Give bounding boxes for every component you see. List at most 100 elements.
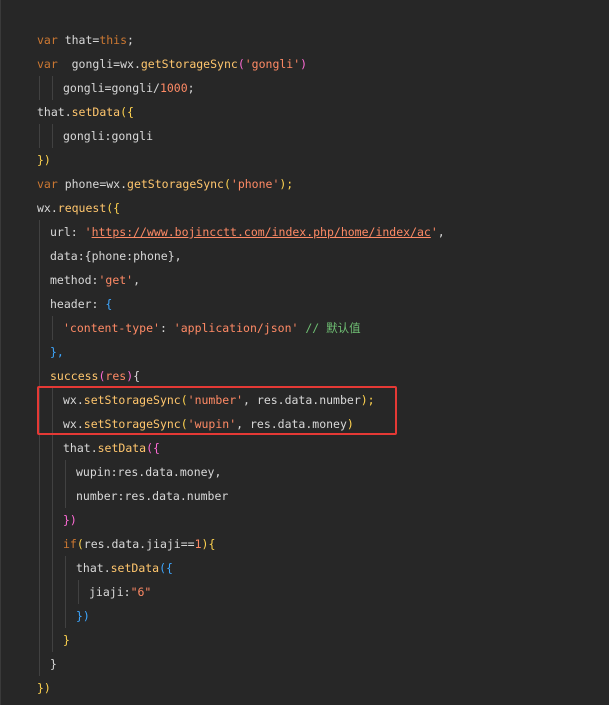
code-token: getStorageSync: [140, 57, 238, 71]
code-token: 1: [194, 537, 202, 551]
code-line: }: [1, 652, 601, 676]
code-text: that.setData({: [76, 556, 173, 580]
code-token: setData: [110, 561, 160, 575]
code-token: setData: [97, 441, 147, 455]
code-text: if(res.data.jiaji==1){: [63, 532, 215, 556]
code-token: jiaji: [89, 585, 124, 599]
code-text: var gongli=wx.getStorageSync('gongli'): [37, 52, 307, 76]
code-text: gongli=gongli/1000;: [63, 76, 195, 100]
code-text: number:res.data.number: [76, 484, 228, 508]
code-token: (: [180, 393, 188, 407]
code-token: );: [360, 393, 375, 407]
code-token: https://www.bojincctt.com/index.php/home…: [91, 225, 431, 239]
code-text: }): [37, 676, 51, 700]
indent-guide: [52, 460, 53, 484]
code-token: 'content-type': [63, 321, 160, 335]
code-token: }: [63, 633, 70, 647]
code-token: ,: [133, 273, 141, 287]
code-token: 1000: [159, 81, 188, 95]
indent-guide: [52, 388, 53, 412]
indent-guide: [39, 316, 40, 340]
code-text: }): [37, 148, 51, 172]
code-token: gongli:gongli: [63, 129, 154, 143]
indent-guide: [39, 124, 40, 148]
code-token: (: [223, 177, 231, 191]
indent-guide: [52, 604, 53, 628]
code-token: ;: [127, 33, 134, 47]
code-token: request: [57, 201, 107, 215]
code-token: 'get': [98, 273, 134, 287]
code-token: wupin:res.data.money,: [76, 465, 222, 479]
code-line: 'content-type': 'application/json' // 默认…: [1, 316, 601, 340]
code-line: wx.request({: [1, 196, 601, 220]
code-token: gongli=wx.: [57, 57, 141, 71]
code-text: url: 'https://www.bojincctt.com/index.ph…: [50, 220, 445, 244]
code-token: );: [279, 177, 294, 191]
indent-guide: [52, 412, 53, 436]
code-line: },: [1, 340, 601, 364]
code-line: number:res.data.number: [1, 484, 601, 508]
code-token: // 默认值: [298, 321, 361, 335]
code-token: data: [50, 249, 78, 263]
code-token: ,: [437, 225, 445, 239]
code-editor[interactable]: var that=this; var gongli=wx.getStorageSy…: [0, 0, 609, 705]
indent-guide: [52, 556, 53, 580]
code-line: gongli:gongli: [1, 124, 601, 148]
indent-guide: [39, 580, 40, 604]
code-token: 'number': [187, 393, 244, 407]
code-token: var: [37, 177, 58, 191]
code-text: 'content-type': 'application/json' // 默认…: [63, 316, 361, 340]
code-token: ': [430, 225, 438, 239]
code-text: wx.setStorageSync('wupin', res.data.mone…: [63, 412, 354, 436]
code-token: :: [70, 225, 85, 239]
code-token: phone=wx.: [57, 177, 128, 191]
code-token: }): [37, 681, 51, 695]
code-text: }: [50, 652, 57, 676]
code-text: method:'get',: [50, 268, 140, 292]
code-text: data:{phone:phone},: [50, 244, 182, 268]
indent-guide: [39, 292, 40, 316]
code-token: }): [37, 153, 51, 167]
code-text: wx.setStorageSync('number', res.data.num…: [63, 388, 375, 412]
indent-guide: [52, 436, 53, 460]
indent-guide: [65, 484, 66, 508]
code-line: }): [1, 508, 601, 532]
code-token: {: [133, 369, 141, 383]
code-token: },: [167, 249, 182, 263]
code-token: , res.data.money: [236, 417, 347, 431]
code-token: number:res.data.number: [76, 489, 229, 503]
code-token: (: [237, 57, 245, 71]
indent-guide: [39, 244, 40, 268]
code-token: }): [63, 513, 77, 527]
code-text: }): [76, 604, 90, 628]
code-token: "6": [130, 585, 152, 599]
code-text: gongli:gongli: [63, 124, 153, 148]
indent-guide: [39, 604, 40, 628]
code-token: (: [180, 417, 188, 431]
code-line: gongli=gongli/1000;: [1, 76, 601, 100]
code-line: var that=this;: [1, 28, 601, 52]
code-token: 'phone': [230, 177, 280, 191]
code-token: },: [50, 345, 64, 359]
code-token: ({: [106, 201, 121, 215]
code-text: var that=this;: [37, 28, 134, 52]
indent-guide: [39, 364, 40, 388]
code-token: {: [105, 297, 113, 311]
indent-guide: [52, 484, 53, 508]
code-token: ({: [159, 561, 173, 575]
code-line: jiaji:"6": [1, 580, 601, 604]
code-token: that.: [37, 105, 72, 119]
code-token: :: [123, 585, 131, 599]
code-token: header: [50, 297, 92, 311]
code-token: :: [159, 321, 174, 335]
code-text: }: [63, 628, 70, 652]
indent-guide: [39, 484, 40, 508]
indent-guide: [52, 532, 53, 556]
code-line: wupin:res.data.money,: [1, 460, 601, 484]
code-token: 'application/json': [173, 321, 299, 335]
code-token: this: [99, 33, 128, 47]
indent-guide: [39, 628, 40, 652]
code-token: (: [76, 537, 84, 551]
code-line: that.setData({: [1, 556, 601, 580]
code-token: ': [84, 225, 92, 239]
